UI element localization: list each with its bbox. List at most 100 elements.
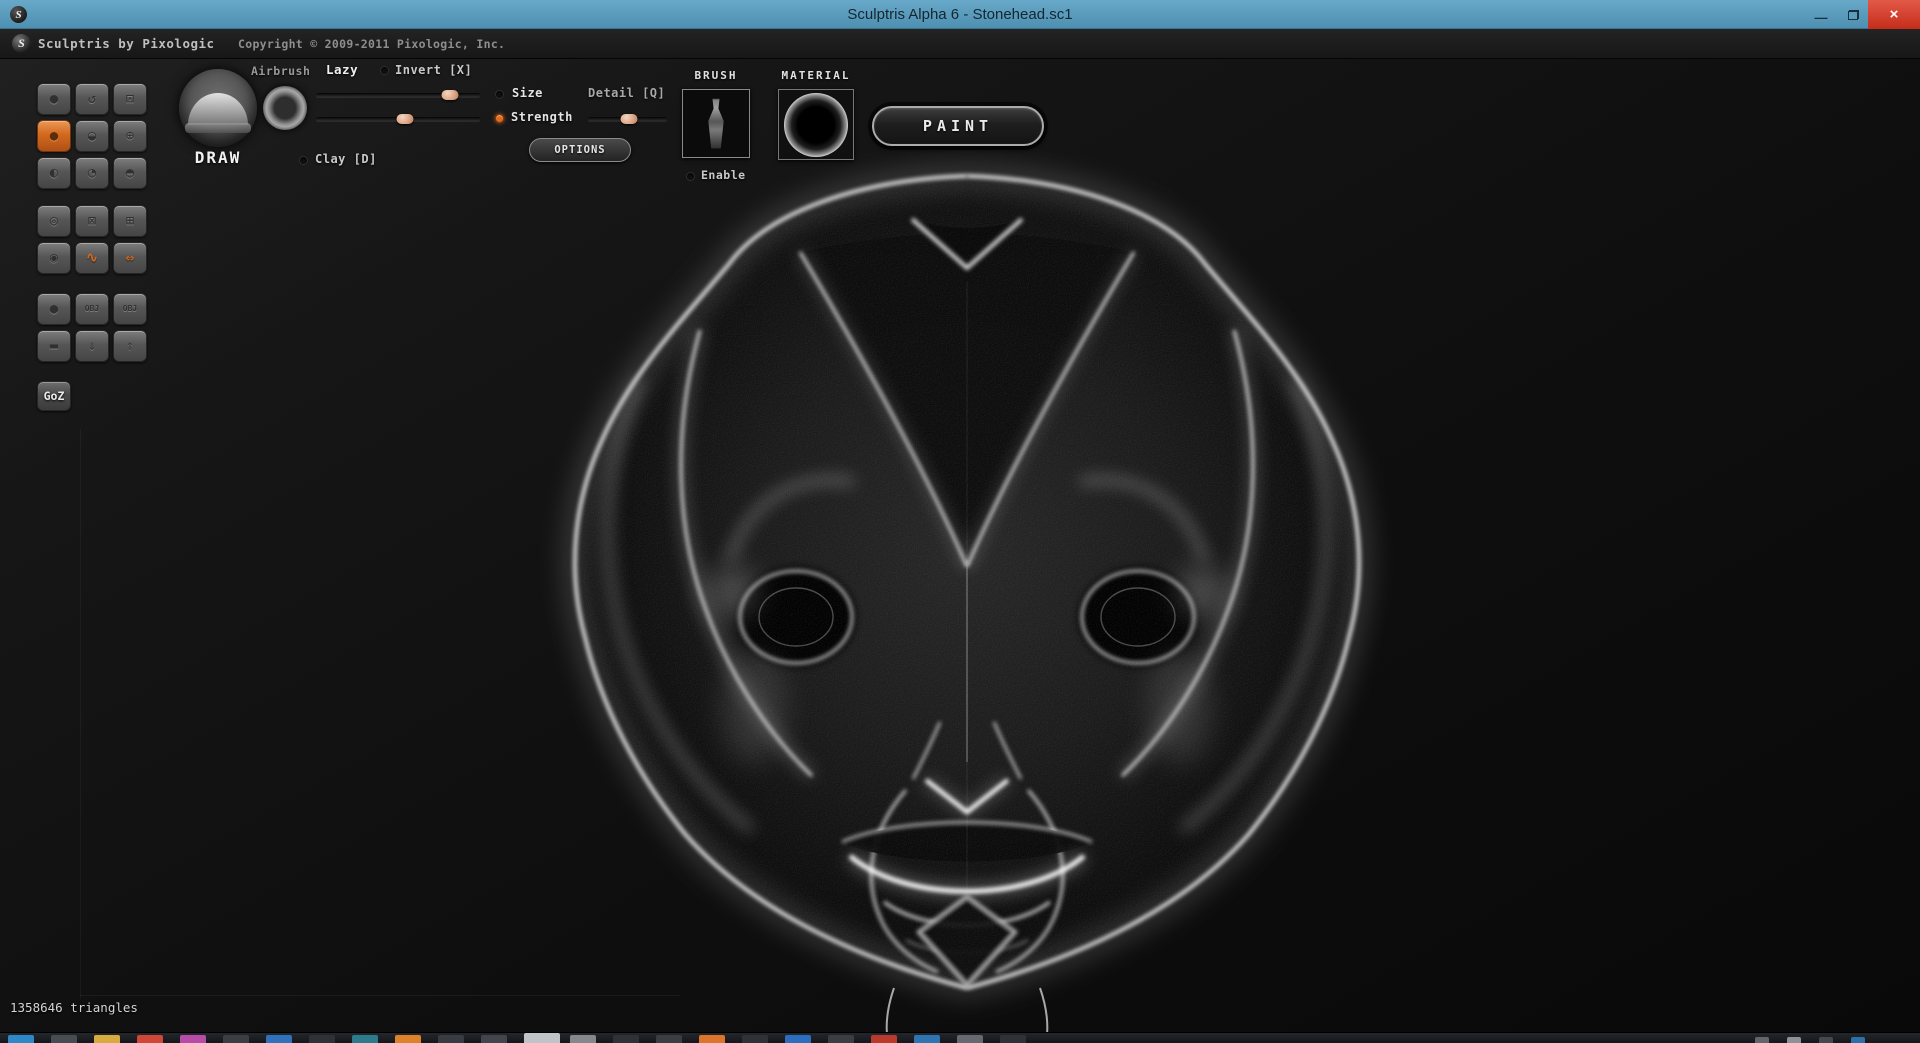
brush-shape-preview[interactable] (179, 69, 257, 147)
lazy-toggle[interactable]: Lazy (326, 62, 358, 77)
grid-icon: ⊞ (126, 214, 134, 228)
tray-icon[interactable] (1787, 1037, 1801, 1043)
taskbar-icon[interactable] (51, 1035, 77, 1043)
rotate-tool-button[interactable]: ↺ (75, 83, 109, 115)
detail-slider[interactable] (588, 117, 667, 121)
obj-export-icon: OBJ (123, 305, 137, 313)
mask-tool-button[interactable]: ◉ (37, 242, 71, 274)
texture-tool-button[interactable]: ∿ (75, 242, 109, 274)
start-button[interactable] (8, 1035, 34, 1043)
restore-button[interactable] (1838, 0, 1868, 29)
close-button[interactable]: × (1868, 0, 1920, 29)
taskbar-icon[interactable] (94, 1035, 120, 1043)
size-slider-knob[interactable] (442, 90, 459, 100)
active-tool-label: DRAW (179, 148, 257, 167)
taskbar-icon[interactable] (699, 1035, 725, 1043)
viewport-3d[interactable] (0, 59, 1920, 1032)
strength-slider-knob[interactable] (396, 114, 413, 124)
material-section-label: MATERIAL (778, 69, 854, 82)
taskbar-icon[interactable] (223, 1035, 249, 1043)
import-obj-button[interactable]: OBJ (75, 293, 109, 325)
taskbar-icon[interactable] (914, 1035, 940, 1043)
sculptris-app-window: S Sculptris Alpha 6 - Stonehead.sc1 — × … (0, 0, 1920, 1043)
goz-button[interactable]: GoZ (37, 381, 71, 411)
minimize-button[interactable]: — (1806, 0, 1836, 29)
inflate-tool-button[interactable]: ◐ (37, 157, 71, 189)
export-obj-button[interactable]: OBJ (113, 293, 147, 325)
grid-toggle-button[interactable]: ⊞ (113, 205, 147, 237)
taskbar-icon[interactable] (352, 1035, 378, 1043)
flatten-icon: ◒ (88, 129, 96, 143)
triangle-count: 1358646 triangles (10, 1000, 138, 1015)
tray-icon[interactable] (1819, 1037, 1833, 1043)
strength-radio[interactable] (495, 114, 504, 123)
taskbar-icon[interactable] (1000, 1035, 1026, 1043)
material-selector[interactable] (778, 89, 854, 160)
taskbar-icon[interactable] (785, 1035, 811, 1043)
reduce-brush-button[interactable]: ◎ (37, 205, 71, 237)
reduce-brush-icon: ◎ (50, 214, 58, 228)
airbrush-falloff-preview[interactable] (263, 86, 307, 130)
taskbar-icon[interactable] (957, 1035, 983, 1043)
titlebar[interactable]: S Sculptris Alpha 6 - Stonehead.sc1 — × (0, 0, 1920, 29)
clay-label[interactable]: Clay [D] (315, 152, 377, 166)
taskbar-icon[interactable] (309, 1035, 335, 1043)
taskbar-icon[interactable] (828, 1035, 854, 1043)
taskbar-icon[interactable] (137, 1035, 163, 1043)
invert-label[interactable]: Invert [X] (395, 63, 472, 77)
taskbar-icon[interactable] (395, 1035, 421, 1043)
crease-tool-button[interactable]: ● (37, 83, 71, 115)
taskbar-icon[interactable] (613, 1035, 639, 1043)
toolbar-group-view: ◎ ⊠ ⊞ ◉ ∿ ⇔ (37, 205, 149, 274)
grab-tool-button[interactable]: ⊕ (113, 120, 147, 152)
taskbar-icon[interactable] (438, 1035, 464, 1043)
size-slider[interactable] (316, 93, 480, 97)
taskbar-icon[interactable] (570, 1035, 596, 1043)
new-plane-button[interactable]: ▬ (37, 330, 71, 362)
wave-icon: ∿ (86, 251, 98, 265)
draw-tool-button[interactable]: ● (37, 120, 71, 152)
window-title: Sculptris Alpha 6 - Stonehead.sc1 (0, 0, 1920, 29)
detail-slider-knob[interactable] (621, 114, 638, 124)
wireframe-toggle-button[interactable]: ⊠ (75, 205, 109, 237)
taskbar-icon[interactable] (742, 1035, 768, 1043)
taskbar-icon[interactable] (871, 1035, 897, 1043)
taskbar-icon[interactable] (266, 1035, 292, 1043)
invert-radio[interactable] (380, 66, 389, 75)
symmetry-toggle-button[interactable]: ⇔ (113, 242, 147, 274)
size-label: Size (512, 86, 543, 100)
copyright-text: Copyright © 2009-2011 Pixologic, Inc. (238, 37, 505, 51)
flatten-tool-button[interactable]: ◒ (75, 120, 109, 152)
enable-radio[interactable] (686, 172, 695, 181)
new-sphere-button[interactable]: ● (37, 293, 71, 325)
options-button[interactable]: OPTIONS (529, 138, 631, 162)
smooth-tool-button[interactable]: ◓ (113, 157, 147, 189)
open-file-button[interactable]: ⇓ (75, 330, 109, 362)
toolbar-group-sculpt: ● ↺ ⊡ ● ◒ ⊕ ◐ ◔ ◓ (37, 83, 149, 189)
save-file-button[interactable]: ⇑ (113, 330, 147, 362)
wireframe-icon: ⊠ (88, 214, 96, 228)
sculptris-logo-icon: S (12, 34, 31, 53)
taskbar-icon[interactable] (656, 1035, 682, 1043)
taskbar-icon[interactable] (180, 1035, 206, 1043)
taskbar-icon[interactable] (481, 1035, 507, 1043)
crease-icon: ● (50, 92, 58, 106)
brush-texture-selector[interactable] (682, 89, 750, 158)
close-icon: × (1890, 6, 1899, 23)
pinch-tool-button[interactable]: ◔ (75, 157, 109, 189)
scale-tool-button[interactable]: ⊡ (113, 83, 147, 115)
toolbar-group-file: ● OBJ OBJ ▬ ⇓ ⇑ (37, 293, 149, 362)
clay-radio[interactable] (299, 156, 308, 165)
tray-icon[interactable] (1755, 1037, 1769, 1043)
tray-icon[interactable] (1851, 1037, 1865, 1043)
brush-profile-hump (188, 93, 248, 125)
mask-icon: ◉ (50, 251, 58, 265)
paint-mode-button[interactable]: PAINT (872, 106, 1044, 146)
size-radio[interactable] (495, 90, 504, 99)
taskbar-icon-active[interactable] (524, 1033, 560, 1043)
strength-label: Strength (511, 110, 573, 124)
material-sphere-preview (784, 93, 848, 157)
enable-label[interactable]: Enable (701, 168, 746, 182)
windows-taskbar[interactable] (0, 1032, 1920, 1043)
strength-slider[interactable] (316, 117, 480, 121)
